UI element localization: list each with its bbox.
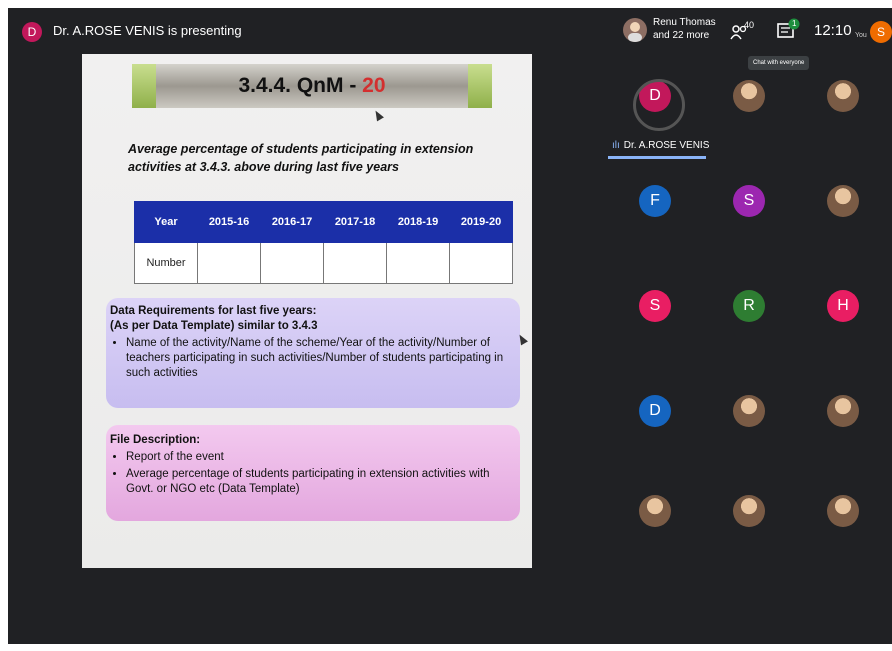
participant-tile[interactable]: F bbox=[608, 163, 700, 243]
participant-tile[interactable] bbox=[796, 373, 888, 453]
slide-title: 3.4.4. QnM - 20 bbox=[132, 64, 492, 108]
file-description-panel: File Description: Report of the event Av… bbox=[106, 425, 520, 521]
audio-level-icon: ılı bbox=[612, 140, 620, 151]
slide-subtitle: Average percentage of students participa… bbox=[128, 142, 474, 174]
you-label: You bbox=[855, 32, 867, 39]
speaker-name-label: Dr. A.ROSE VENIS bbox=[623, 140, 710, 151]
meeting-window: D Dr. A.ROSE VENIS is presenting Renu Th… bbox=[8, 8, 892, 644]
participant-avatar: S bbox=[639, 290, 671, 322]
participant-avatar: F bbox=[639, 185, 671, 217]
year-table: Year 2015-16 2016-17 2017-18 2018-19 201… bbox=[134, 201, 513, 284]
participant-tile[interactable] bbox=[702, 373, 794, 453]
table-header: 2019-20 bbox=[449, 201, 513, 243]
participant-avatar bbox=[733, 395, 765, 427]
requirements-list: Name of the activity/Name of the scheme/… bbox=[106, 336, 520, 381]
list-item: Report of the event bbox=[126, 450, 520, 465]
you-avatar[interactable]: S bbox=[870, 21, 892, 43]
presentation-slide: 3.4.4. QnM - 20 Average percentage of st… bbox=[82, 54, 532, 568]
participant-photo-avatar[interactable] bbox=[623, 18, 647, 42]
participant-tile[interactable] bbox=[702, 58, 794, 138]
more-participants: and 22 more bbox=[653, 30, 710, 41]
participant-tile[interactable] bbox=[796, 163, 888, 243]
table-header: Year bbox=[134, 201, 198, 243]
participant-avatar: S bbox=[733, 185, 765, 217]
top-bar: D Dr. A.ROSE VENIS is presenting Renu Th… bbox=[8, 8, 892, 54]
table-cell bbox=[386, 242, 450, 284]
chat-button[interactable]: 1 bbox=[776, 18, 802, 42]
slide-title-number: 20 bbox=[362, 74, 386, 97]
participant-tile[interactable]: H bbox=[796, 268, 888, 348]
presenting-label: Dr. A.ROSE VENIS is presenting bbox=[53, 23, 242, 38]
table-row: Number bbox=[134, 242, 513, 284]
table-header: 2016-17 bbox=[260, 201, 324, 243]
mouse-cursor-icon bbox=[372, 108, 384, 122]
slide-title-prefix: 3.4.4. QnM - bbox=[238, 74, 363, 97]
table-header: 2017-18 bbox=[323, 201, 387, 243]
participant-tile[interactable] bbox=[796, 58, 888, 138]
file-description-heading: File Description: bbox=[110, 434, 201, 446]
participant-count: 40 bbox=[744, 20, 755, 30]
chat-badge: 1 bbox=[792, 19, 797, 28]
participant-tile[interactable] bbox=[608, 473, 700, 553]
file-description-list: Report of the event Average percentage o… bbox=[106, 450, 520, 497]
bottom-toolbar-area bbox=[8, 568, 892, 644]
participant-tile[interactable] bbox=[702, 473, 794, 553]
table-header: 2018-19 bbox=[386, 201, 450, 243]
participant-avatar bbox=[733, 80, 765, 112]
table-row-label: Number bbox=[134, 242, 198, 284]
participant-avatar bbox=[733, 495, 765, 527]
clock: 12:10 bbox=[814, 22, 852, 39]
data-requirements-panel: Data Requirements for last five years: (… bbox=[106, 298, 520, 408]
table-cell bbox=[197, 242, 261, 284]
table-header: 2015-16 bbox=[197, 201, 261, 243]
participant-tile[interactable]: S bbox=[608, 268, 700, 348]
participant-avatar bbox=[827, 80, 859, 112]
participant-avatar: H bbox=[827, 290, 859, 322]
participants-summary[interactable]: Renu Thomas and 22 more bbox=[653, 16, 716, 42]
participant-tile[interactable]: D bbox=[608, 373, 700, 453]
presenter-avatar: D bbox=[22, 22, 42, 42]
participant-tile[interactable]: S bbox=[702, 163, 794, 243]
chat-icon bbox=[777, 18, 800, 38]
person-photo-icon bbox=[628, 22, 642, 42]
participant-avatar bbox=[827, 495, 859, 527]
speaker-name: ılı Dr. A.ROSE VENIS bbox=[612, 140, 709, 151]
list-item: Average percentage of students participa… bbox=[126, 467, 520, 497]
participant-avatar bbox=[639, 495, 671, 527]
table-cell bbox=[260, 242, 324, 284]
requirements-heading: Data Requirements for last five years: bbox=[110, 305, 317, 317]
table-cell bbox=[449, 242, 513, 284]
participant-name: Renu Thomas bbox=[653, 17, 716, 28]
table-cell bbox=[323, 242, 387, 284]
show-everyone-button[interactable]: 40 bbox=[730, 20, 760, 42]
participant-tile[interactable]: R bbox=[702, 268, 794, 348]
active-speaker-bar bbox=[608, 156, 706, 159]
speaking-indicator-ring bbox=[633, 79, 685, 131]
list-item: Name of the activity/Name of the scheme/… bbox=[126, 336, 520, 381]
requirements-subheading: (As per Data Template) similar to 3.4.3 bbox=[110, 320, 318, 332]
participant-tile[interactable] bbox=[796, 473, 888, 553]
participant-avatar bbox=[827, 185, 859, 217]
table-header-row: Year 2015-16 2016-17 2017-18 2018-19 201… bbox=[134, 201, 513, 243]
participant-avatar: D bbox=[639, 395, 671, 427]
title-banner: 3.4.4. QnM - 20 bbox=[132, 64, 492, 108]
participant-avatar: R bbox=[733, 290, 765, 322]
participant-avatar bbox=[827, 395, 859, 427]
